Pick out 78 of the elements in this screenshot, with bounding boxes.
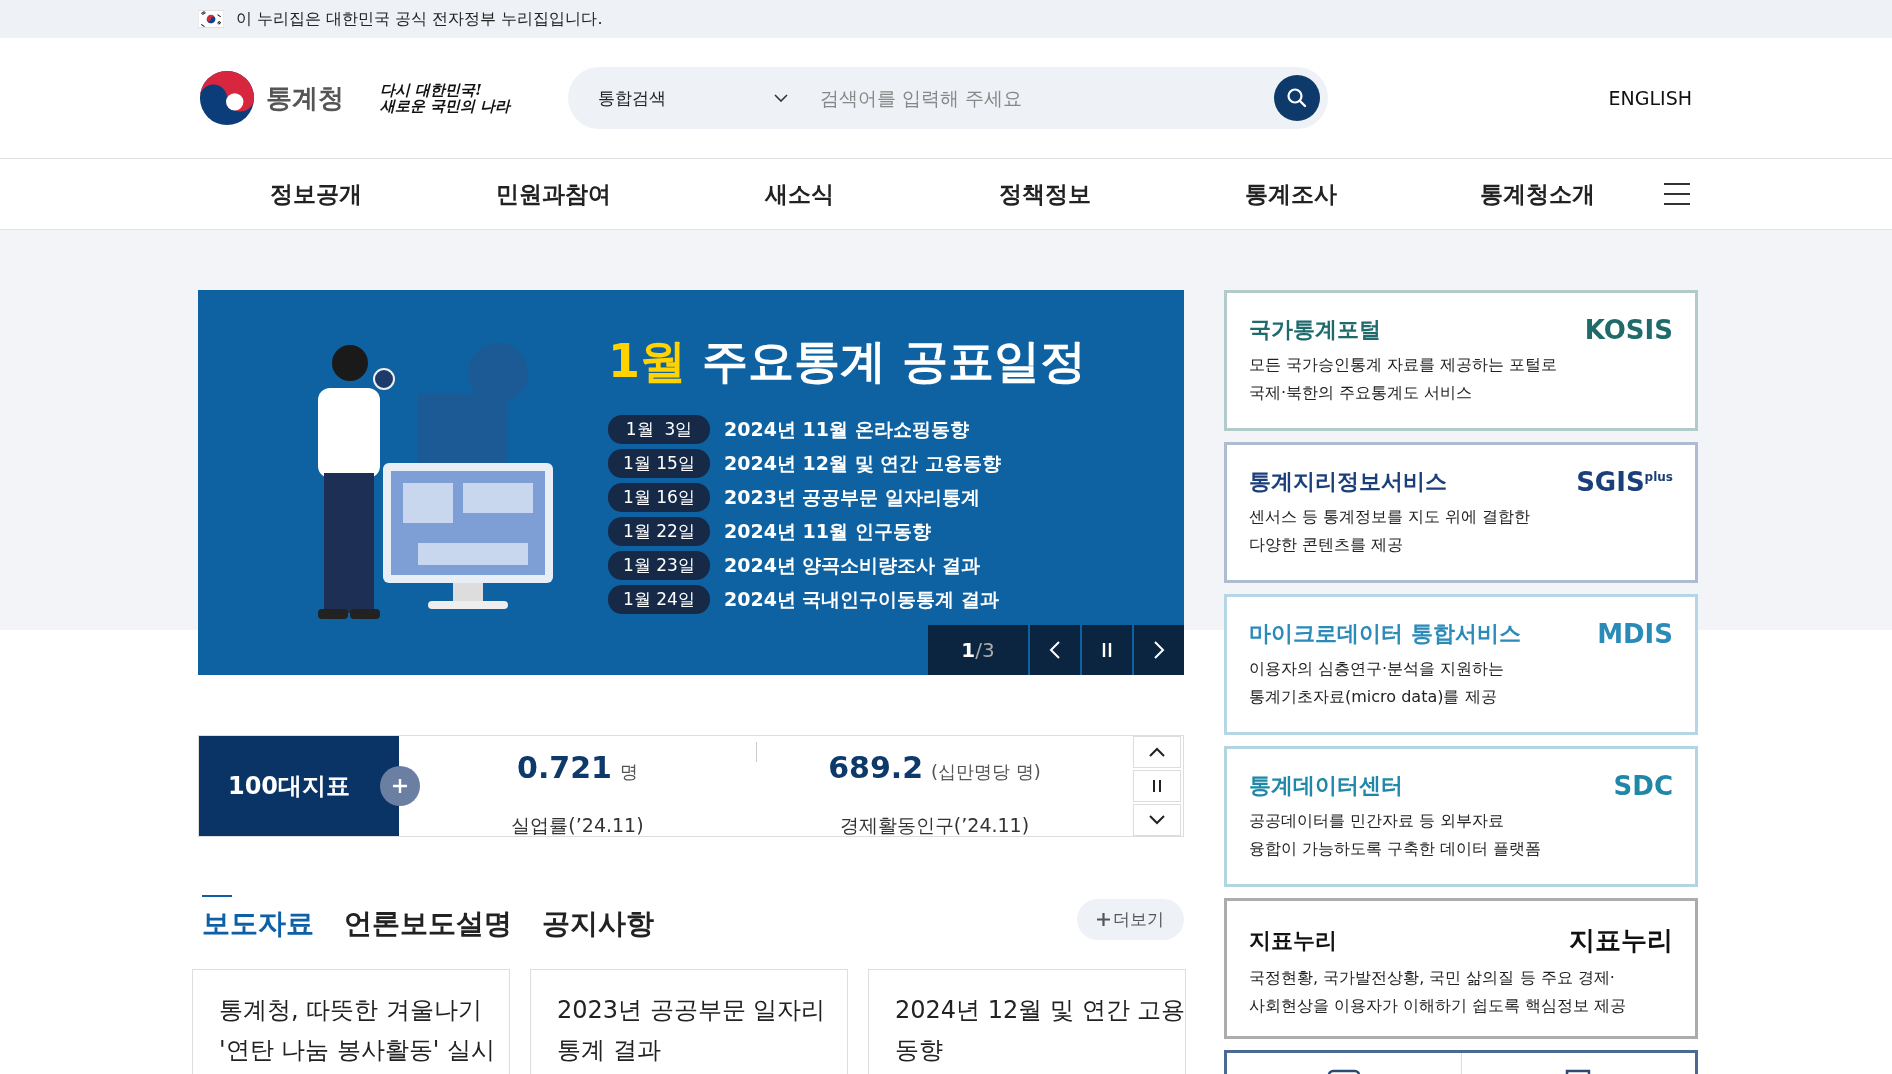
schedule-title: 2024년 11월 인구동향 [724,518,931,544]
service-title: 지표누리 [1249,926,1337,955]
schedule-title: 2023년 공공부문 일자리통계 [724,484,981,510]
service-description: 모든 국가승인통계 자료를 제공하는 포털로 국제·북한의 주요통계도 서비스 [1249,354,1559,404]
indicator-name: 실업률(’24.11) [511,815,644,836]
pause-button[interactable] [1082,625,1132,675]
schedule-date: 1월 16일 [608,483,710,512]
chevron-up-icon [1149,747,1165,757]
schedule-date: 1월 3일 [608,415,710,444]
schedule-title: 2024년 국내인구이동통계 결과 [724,586,1000,612]
indicator-name: 경제활동인구(’24.11) [839,815,1030,836]
nav-item[interactable]: 통계청소개 [1414,178,1660,210]
logo-icon [198,69,256,127]
service-card[interactable]: 통계지리정보서비스 SGIS$^{plus}$ 센서스 등 통계정보를 지도 위에 결합한 다양한 콘텐츠를 제공 [1224,442,1698,583]
news-tab[interactable]: 언론보도설명 [340,895,512,943]
chevron-right-icon [1153,640,1165,660]
news-card[interactable]: 2023년 공공부문 일자리 통계 결과 [530,969,848,1074]
service-logo: 지표누리 [1569,924,1673,957]
hero-title: 1월 주요통계 공표일정 [608,333,1087,390]
pause-icon [1152,780,1162,792]
service-logo: SGIS$^{plus}$ [1576,467,1673,497]
chevron-down-icon [774,94,788,102]
service-description: 공공데이터를 민간자료 등 외부자료 융합이 가능하도록 구축한 데이터 플랫폼 [1249,810,1543,860]
service-logo: MDIS [1597,619,1673,649]
search-icon [1285,86,1309,110]
flag-icon [198,10,224,28]
pause-button[interactable] [1133,770,1181,802]
more-button[interactable]: 더보기 [1077,898,1184,940]
service-title: 통계지리정보서비스 [1249,468,1447,496]
slogan: 다시 대한민국! 새로운 국민의 나라 [380,81,511,115]
service-card[interactable]: 통계데이터센터 SDC 공공데이터를 민간자료 등 외부자료 융합이 가능하도록 구축한 데이터 플랫폼 [1224,746,1698,887]
slide-counter: 1/3 [928,625,1028,675]
menu-icon[interactable] [1664,183,1690,205]
scroll-up-button[interactable] [1133,736,1181,768]
nav-item[interactable]: 민원과참여 [430,178,676,210]
service-logo: SDC [1613,771,1673,801]
service-description: 국정현황, 국가발전상황, 국민 삶의질 등 주요 경제· 사회현상을 이용자가 이해하기 쉽도록 핵심정보 제공 [1249,967,1628,1017]
expand-button[interactable] [380,766,420,806]
schedule-date: 1월 15일 [608,449,710,478]
schedule-title: 2024년 12월 및 연간 고용동향 [724,450,1001,476]
language-link[interactable]: ENGLISH [1608,87,1692,109]
indicator-label: 100대지표 [227,771,351,802]
indicator-unit: 명 [619,760,638,784]
plus-icon [393,779,407,793]
nav-item[interactable]: 정보공개 [198,178,430,210]
service-card[interactable]: 지표누리 지표누리 국정현황, 국가발전상황, 국민 삶의질 등 주요 경제· 사회현상을 이용자가 이해하기 쉽도록 핵심정보 제공 [1224,898,1698,1039]
schedule-date: 1월 23일 [608,551,710,580]
news-card[interactable]: 통계청, 따뜻한 겨울나기 '연탄 나눔 봉사활동' 실시 [192,969,510,1074]
schedule-title: 2024년 양곡소비량조사 결과 [724,552,981,578]
schedule-date: 1월 22일 [608,517,710,546]
schedule-title: 2024년 11월 온라쇼핑동향 [724,416,969,442]
service-title: 국가통계포털 [1249,316,1381,344]
nav-item[interactable]: 통계조사 [1168,178,1414,210]
agency-name[interactable]: 통계청 [266,80,344,116]
gov-notice: 이 누리집은 대한민국 공식 전자정부 누리집입니다. [236,8,603,30]
service-title: 통계데이터센터 [1249,772,1403,800]
indicator-value: 0.721 [517,750,612,785]
service-logo: KOSIS [1584,315,1673,345]
service-description: 센서스 등 통계정보를 지도 위에 결합한 다양한 콘텐츠를 제공 [1249,506,1532,556]
news-tab[interactable]: 공지사항 [538,895,654,943]
search-scope-dropdown[interactable]: 통합검색 [598,86,788,110]
search-button[interactable] [1274,75,1320,121]
service-title: 마이크로데이터 통합서비스 [1249,620,1521,648]
schedule-date: 1월 24일 [608,585,710,614]
news-card[interactable]: 2024년 12월 및 연간 고용 동향 [868,969,1186,1074]
nav-item[interactable]: 새소식 [676,178,922,210]
nav-item[interactable]: 정책정보 [922,178,1168,210]
service-card[interactable]: 국가통계포털 KOSIS 모든 국가승인통계 자료를 제공하는 포털로 국제·북한의 주요통계도 서비스 [1224,290,1698,431]
search-field[interactable]: 검색어를 입력해 주세요 [818,86,1274,110]
plus-icon [1097,912,1110,926]
pause-icon [1101,642,1113,658]
indicator-value: 689.2 [828,750,924,785]
chevron-down-icon [1149,815,1165,825]
chevron-left-icon [1049,640,1061,660]
scroll-down-button[interactable] [1133,804,1181,836]
service-description: 이용자의 심층연구·분석을 지원하는 통계기초자료(micro data)를 제공 [1249,658,1506,708]
indicator-unit: (십만명당 명) [931,760,1041,784]
service-card[interactable]: 마이크로데이터 통합서비스 MDIS 이용자의 심층연구·분석을 지원하는 통계기초자료(micro data)를 제공 [1224,594,1698,735]
